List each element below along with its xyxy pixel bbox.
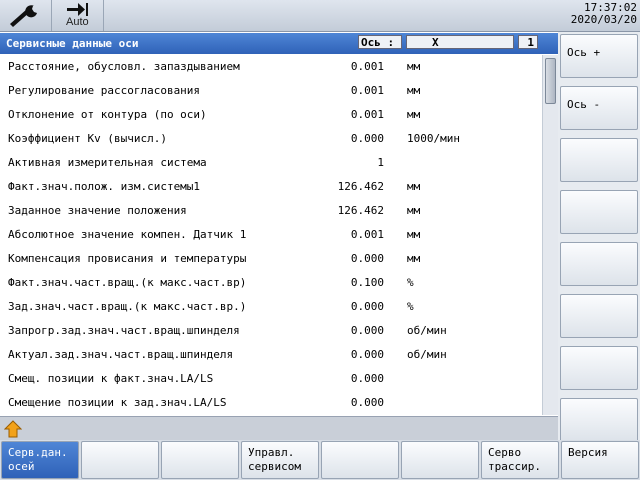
item-value: 126.462 xyxy=(337,204,384,217)
horizontal-softkey-7[interactable]: Серво трассир. xyxy=(481,441,559,479)
item-label: Абсолютное значение компен. Датчик 1 xyxy=(8,228,247,241)
item-unit: мм xyxy=(407,60,421,73)
item-value: 0.000 xyxy=(350,300,384,313)
item-unit: мм xyxy=(407,108,421,121)
item-label: Расстояние, обусловл. запаздыванием xyxy=(8,60,240,73)
clock: 17:37:02 2020/03/20 xyxy=(571,2,637,26)
item-unit: мм xyxy=(407,252,421,265)
item-unit: мм xyxy=(407,228,421,241)
softkey-label: Ось + xyxy=(567,46,601,59)
item-unit: мм xyxy=(407,204,421,217)
item-value: 0.000 xyxy=(350,372,384,385)
vertical-softkey-2[interactable]: Ось - xyxy=(560,86,638,130)
item-unit: мм xyxy=(407,180,421,193)
arrow-right-bar-icon xyxy=(67,3,88,16)
item-unit: % xyxy=(407,276,414,289)
horizontal-softkey-4[interactable]: Управл. сервисом xyxy=(241,441,319,479)
list-item[interactable]: Компенсация провисания и температуры 0.00… xyxy=(0,247,542,271)
list-item[interactable]: Активная измерительная система 1 xyxy=(0,151,542,175)
item-value: 126.462 xyxy=(337,180,384,193)
item-label: Смещение позиции к зад.знач.LA/LS xyxy=(8,396,227,409)
list-item[interactable]: Смещение позиции к зад.знач.LA/LS 0.000 xyxy=(0,391,542,415)
item-unit: мм xyxy=(407,84,421,97)
item-value: 0.000 xyxy=(350,132,384,145)
item-label: Факт.знач.полож. изм.системы1 xyxy=(8,180,201,193)
item-value: 0.001 xyxy=(350,60,384,73)
list-item[interactable]: Актуал.зад.знач.част.вращ.шпинделя 0.000 о… xyxy=(0,343,542,367)
item-label: Факт.знач.част.вращ.(к макс.част.вр) xyxy=(8,276,247,289)
item-value: 0.000 xyxy=(350,348,384,361)
item-label: Компенсация провисания и температуры xyxy=(8,252,247,265)
vertical-softkey-4[interactable] xyxy=(560,190,638,234)
item-label: Отклонение от контура (по оси) xyxy=(8,108,207,121)
softkey-label: Версия xyxy=(568,446,608,459)
item-label: Активная измерительная система xyxy=(8,156,207,169)
item-label: Запрогр.зад.знач.част.вращ.шпинделя xyxy=(8,324,240,337)
wrench-button[interactable] xyxy=(0,0,52,31)
list-item[interactable]: Регулирование рассогласования 0.001 мм xyxy=(0,79,542,103)
vertical-softkey-7[interactable] xyxy=(560,346,638,390)
softkey-label: Серво трассир. xyxy=(488,446,541,473)
item-unit: об/мин xyxy=(407,324,447,337)
auto-label: Auto xyxy=(66,16,89,28)
item-unit: 1000/мин xyxy=(407,132,460,145)
softkey-label: Ось - xyxy=(567,98,601,111)
item-value: 0.000 xyxy=(350,396,384,409)
list-item[interactable]: Факт.знач.част.вращ.(к макс.част.вр) 0.10… xyxy=(0,271,542,295)
list-item[interactable]: Зад.знач.част.вращ.(к макс.част.вр.) 0.00… xyxy=(0,295,542,319)
list-item[interactable]: Коэффициент Kv (вычисл.) 0.000 1000/мин xyxy=(0,127,542,151)
item-unit: % xyxy=(407,300,414,313)
list-item[interactable]: Факт.знач.полож. изм.системы1 126.462 мм xyxy=(0,175,542,199)
up-arrow-icon[interactable] xyxy=(4,420,22,438)
item-label: Коэффициент Kv (вычисл.) xyxy=(8,132,167,145)
top-toolbar: Auto 17:37:02 2020/03/20 xyxy=(0,0,640,32)
item-value: 0.001 xyxy=(350,108,384,121)
axis-label: Ось : xyxy=(358,35,402,49)
horizontal-softkey-2[interactable] xyxy=(81,441,159,479)
page-title: Сервисные данные оси xyxy=(6,37,139,50)
axis-number: 1 xyxy=(518,35,538,49)
item-value: 0.000 xyxy=(350,252,384,265)
vertical-softkey-3[interactable] xyxy=(560,138,638,182)
horizontal-softkey-panel: Серв.дан. осей Управл. сервисом Серво трас… xyxy=(0,440,640,480)
vertical-softkey-8[interactable] xyxy=(560,398,638,442)
axis-selector[interactable]: X xyxy=(406,35,514,49)
vertical-softkey-1[interactable]: Ось + xyxy=(560,34,638,78)
softkey-label: Управл. сервисом xyxy=(248,446,301,473)
wrench-icon xyxy=(10,5,37,27)
item-unit: об/мин xyxy=(407,348,447,361)
item-label: Актуал.зад.знач.част.вращ.шпинделя xyxy=(8,348,234,361)
item-value: 0.100 xyxy=(350,276,384,289)
horizontal-softkey-6[interactable] xyxy=(401,441,479,479)
vertical-softkey-5[interactable] xyxy=(560,242,638,286)
auto-mode-button[interactable]: Auto xyxy=(52,0,104,31)
status-strip xyxy=(0,416,558,440)
clock-date: 2020/03/20 xyxy=(570,13,637,26)
panel-header: Сервисные данные оси Ось : X 1 xyxy=(0,33,558,54)
item-value: 0.001 xyxy=(350,84,384,97)
list-item[interactable]: Отклонение от контура (по оси) 0.001 мм xyxy=(0,103,542,127)
horizontal-softkey-3[interactable] xyxy=(161,441,239,479)
item-label: Смещ. позиции к факт.знач.LA/LS xyxy=(8,372,214,385)
vertical-softkey-6[interactable] xyxy=(560,294,638,338)
service-data-list: Расстояние, обусловл. запаздыванием 0.001… xyxy=(0,55,542,415)
item-label: Зад.знач.част.вращ.(к макс.част.вр.) xyxy=(8,300,247,313)
horizontal-softkey-1[interactable]: Серв.дан. осей xyxy=(1,441,79,479)
item-label: Заданное значение положения xyxy=(8,204,187,217)
horizontal-softkey-8[interactable]: Версия xyxy=(561,441,639,479)
softkey-label: Серв.дан. осей xyxy=(8,446,68,473)
list-item[interactable]: Заданное значение положения 126.462 мм xyxy=(0,199,542,223)
item-value: 0.000 xyxy=(350,324,384,337)
item-value: 0.001 xyxy=(350,228,384,241)
vertical-softkey-panel: Ось + Ось - xyxy=(558,32,640,442)
scrollbar[interactable] xyxy=(542,55,558,415)
list-item[interactable]: Абсолютное значение компен. Датчик 1 0.00… xyxy=(0,223,542,247)
item-value: 1 xyxy=(377,156,384,169)
item-label: Регулирование рассогласования xyxy=(8,84,201,97)
horizontal-softkey-5[interactable] xyxy=(321,441,399,479)
list-item[interactable]: Расстояние, обусловл. запаздыванием 0.001… xyxy=(0,55,542,79)
list-item[interactable]: Смещ. позиции к факт.знач.LA/LS 0.000 xyxy=(0,367,542,391)
list-item[interactable]: Запрогр.зад.знач.част.вращ.шпинделя 0.000… xyxy=(0,319,542,343)
scrollbar-thumb[interactable] xyxy=(545,58,556,104)
